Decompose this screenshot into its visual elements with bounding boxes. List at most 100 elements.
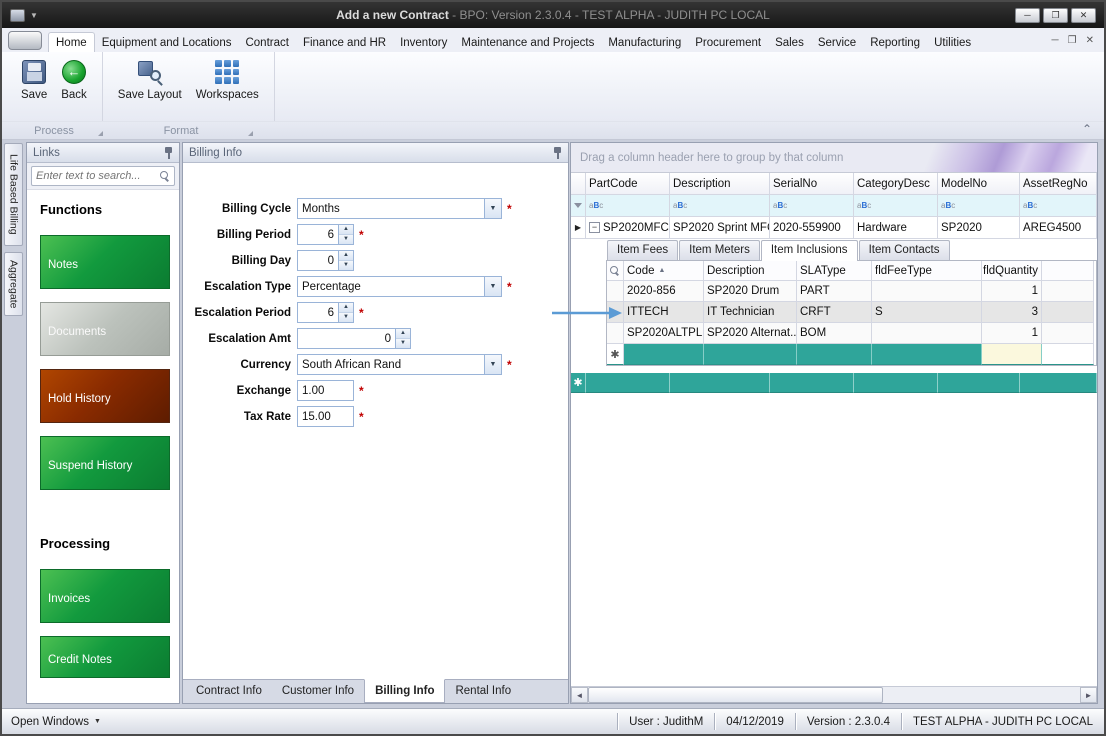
tab-billing-info[interactable]: Billing Info <box>364 679 445 703</box>
detail-cell-slatype[interactable]: BOM <box>797 323 872 344</box>
detail-cell-fldfeetype[interactable]: S <box>872 302 982 323</box>
workspaces-button[interactable]: Workspaces <box>189 57 266 104</box>
search-icon[interactable] <box>607 261 624 281</box>
detail-row[interactable]: ▸ ITTECH IT Technician CRFT S 3 <box>607 302 1096 323</box>
minimize-button[interactable]: ─ <box>1015 8 1040 23</box>
spin-down-icon[interactable]: ▼ <box>339 313 353 322</box>
invoices-button[interactable]: Invoices <box>40 569 170 623</box>
ribbon-tab-contract[interactable]: Contract <box>238 33 295 52</box>
detail-cell-fldquantity[interactable]: 3 <box>982 302 1042 323</box>
filter-cell-modelno[interactable]: aBc <box>938 195 1020 217</box>
ribbon-tab-sales[interactable]: Sales <box>768 33 811 52</box>
cell-description[interactable]: SP2020 Sprint MFC <box>670 217 770 239</box>
suspend-history-button[interactable]: Suspend History <box>40 436 170 490</box>
ribbon-tab-inventory[interactable]: Inventory <box>393 33 454 52</box>
mdi-close-icon[interactable]: ✕ <box>1086 35 1094 46</box>
detail-column-description[interactable]: Description <box>704 261 797 281</box>
table-row[interactable]: ▶ −SP2020MFC SP2020 Sprint MFC 2020-5599… <box>571 217 1097 239</box>
detail-cell-code[interactable]: 2020-856 <box>624 281 704 302</box>
search-input[interactable] <box>36 170 160 182</box>
new-cell-description[interactable] <box>670 373 770 393</box>
filter-cell-description[interactable]: aBc <box>670 195 770 217</box>
new-cell-modelno[interactable] <box>938 373 1020 393</box>
escalation-period-stepper[interactable]: 6▲▼ <box>297 302 354 323</box>
new-cell-partcode[interactable] <box>586 373 670 393</box>
chevron-down-icon[interactable]: ▼ <box>484 199 501 218</box>
ribbon-tab-procurement[interactable]: Procurement <box>688 33 768 52</box>
tab-item-meters[interactable]: Item Meters <box>679 240 760 260</box>
detail-column-fldquantity[interactable]: fldQuantity <box>982 261 1042 281</box>
exchange-field[interactable]: 1.00 <box>297 380 354 401</box>
group-collapse-marker-icon[interactable] <box>98 131 103 136</box>
new-cell-serialno[interactable] <box>770 373 854 393</box>
filter-cell-partcode[interactable]: aBc <box>586 195 670 217</box>
detail-row[interactable]: 2020-856 SP2020 Drum PART 1 <box>607 281 1096 302</box>
billing-day-stepper[interactable]: 0▲▼ <box>297 250 354 271</box>
cell-assetregno[interactable]: AREG4500 <box>1020 217 1097 239</box>
cell-partcode[interactable]: −SP2020MFC <box>586 217 670 239</box>
spin-down-icon[interactable]: ▼ <box>339 261 353 270</box>
save-button[interactable]: Save <box>14 57 54 104</box>
application-button[interactable] <box>8 31 42 50</box>
horizontal-scrollbar[interactable]: ◄ ► <box>571 686 1097 703</box>
currency-select[interactable]: South African Rand▼ <box>297 354 502 375</box>
new-cell-code[interactable] <box>624 344 704 365</box>
ribbon-tab-home[interactable]: Home <box>48 32 95 52</box>
ribbon-tab-utilities[interactable]: Utilities <box>927 33 978 52</box>
pin-icon[interactable] <box>553 147 562 159</box>
tab-rental-info[interactable]: Rental Info <box>445 680 521 703</box>
detail-cell-fldfeetype[interactable] <box>872 281 982 302</box>
side-tab-aggregate[interactable]: Aggregate <box>4 252 23 316</box>
tab-item-fees[interactable]: Item Fees <box>607 240 678 260</box>
scroll-left-icon[interactable]: ◄ <box>571 687 588 703</box>
new-cell-categorydesc[interactable] <box>854 373 938 393</box>
scrollbar-track[interactable] <box>883 687 1080 703</box>
detail-new-item-row[interactable]: ✱ <box>607 344 1096 365</box>
filter-cell-categorydesc[interactable]: aBc <box>854 195 938 217</box>
escalation-type-select[interactable]: Percentage▼ <box>297 276 502 297</box>
detail-cell-slatype[interactable]: PART <box>797 281 872 302</box>
group-by-bar[interactable]: Drag a column header here to group by th… <box>571 143 1097 173</box>
new-cell-description[interactable] <box>704 344 797 365</box>
tab-contract-info[interactable]: Contract Info <box>186 680 272 703</box>
cell-serialno[interactable]: 2020-559900 <box>770 217 854 239</box>
back-button[interactable]: ← Back <box>54 57 94 104</box>
column-header-partcode[interactable]: PartCode <box>586 173 670 195</box>
new-cell-assetregno[interactable] <box>1020 373 1097 393</box>
column-header-modelno[interactable]: ModelNo <box>938 173 1020 195</box>
spin-down-icon[interactable]: ▼ <box>339 235 353 244</box>
column-header-assetregno[interactable]: AssetRegNo <box>1020 173 1097 195</box>
column-header-description[interactable]: Description <box>670 173 770 195</box>
tab-item-inclusions[interactable]: Item Inclusions <box>761 240 858 261</box>
new-cell-fldfeetype[interactable] <box>872 344 982 365</box>
hold-history-button[interactable]: Hold History <box>40 369 170 423</box>
filter-cell-serialno[interactable]: aBc <box>770 195 854 217</box>
scrollbar-thumb[interactable] <box>588 687 883 703</box>
chevron-down-icon[interactable]: ▼ <box>484 277 501 296</box>
filter-cell-assetregno[interactable]: aBc <box>1020 195 1097 217</box>
app-icon[interactable] <box>10 9 25 22</box>
notes-button[interactable]: Notes <box>40 235 170 289</box>
detail-cell-fldquantity[interactable]: 1 <box>982 323 1042 344</box>
cell-modelno[interactable]: SP2020 <box>938 217 1020 239</box>
search-icon[interactable] <box>160 171 170 181</box>
collapse-row-icon[interactable]: − <box>589 222 600 233</box>
spin-up-icon[interactable]: ▲ <box>339 251 353 261</box>
close-button[interactable]: ✕ <box>1071 8 1096 23</box>
spin-down-icon[interactable]: ▼ <box>396 339 410 348</box>
scroll-right-icon[interactable]: ► <box>1080 687 1097 703</box>
tab-customer-info[interactable]: Customer Info <box>272 680 364 703</box>
new-cell-fldquantity[interactable] <box>982 344 1042 365</box>
side-tab-life-based-billing[interactable]: Life Based Billing <box>4 143 23 246</box>
collapse-ribbon-icon[interactable]: ⌃ <box>1082 122 1092 136</box>
grid-new-item-row[interactable]: ✱ <box>571 373 1097 393</box>
detail-cell-code[interactable]: ITTECH <box>624 302 704 323</box>
detail-cell-fldquantity[interactable]: 1 <box>982 281 1042 302</box>
spin-up-icon[interactable]: ▲ <box>339 225 353 235</box>
column-header-serialno[interactable]: SerialNo <box>770 173 854 195</box>
ribbon-tab-finance[interactable]: Finance and HR <box>296 33 393 52</box>
group-collapse-marker-icon[interactable] <box>248 131 253 136</box>
ribbon-tab-equipment[interactable]: Equipment and Locations <box>95 33 239 52</box>
detail-cell-slatype[interactable]: CRFT <box>797 302 872 323</box>
ribbon-tab-manufacturing[interactable]: Manufacturing <box>601 33 688 52</box>
